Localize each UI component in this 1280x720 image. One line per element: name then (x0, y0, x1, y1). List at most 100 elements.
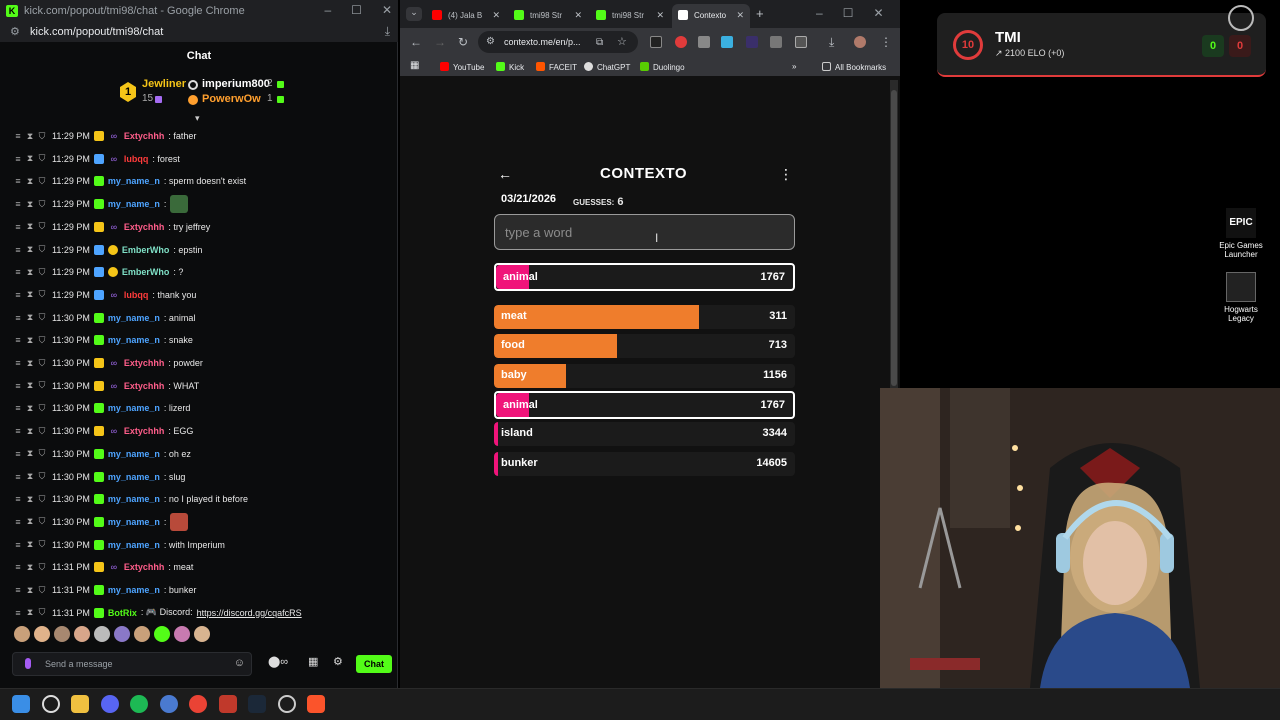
emote-icon[interactable] (174, 626, 190, 642)
timeout-icon[interactable]: ⧗ (26, 244, 34, 255)
emote-icon[interactable] (54, 626, 70, 642)
message-username[interactable]: my_name_n (108, 472, 160, 482)
tab-contexto[interactable]: Contexto ✕ (672, 4, 750, 28)
spotify-icon[interactable] (130, 695, 148, 713)
tab-close-icon[interactable]: ✕ (574, 10, 582, 21)
bookmark-faceit[interactable]: FACEIT (536, 62, 577, 72)
browser-menu-icon[interactable]: ⋮ (880, 35, 892, 49)
download-icon[interactable]: ⤓ (385, 24, 390, 39)
emote-icon[interactable] (134, 626, 150, 642)
pin-icon[interactable]: ≡ (14, 608, 22, 618)
site-info-icon[interactable]: ⚙ (486, 36, 495, 47)
shield-icon[interactable]: ⛉ (38, 585, 46, 596)
pin-icon[interactable]: ≡ (14, 154, 22, 164)
maximize-icon[interactable]: ☐ (351, 3, 362, 17)
gifter-name[interactable]: imperium800 (202, 78, 270, 90)
timeout-icon[interactable]: ⧗ (26, 585, 34, 596)
shield-icon[interactable]: ⛉ (38, 358, 46, 369)
minimize-icon[interactable]: – (816, 6, 823, 20)
message-username[interactable]: BotRix (108, 608, 137, 618)
scrollbar-thumb[interactable] (891, 90, 897, 386)
more-menu-icon[interactable]: ⋮ (779, 166, 793, 183)
extensions-puzzle-icon[interactable] (795, 36, 807, 48)
chrome-icon[interactable] (189, 695, 207, 713)
steam-icon[interactable] (248, 695, 266, 713)
chat-input[interactable]: Send a message ☺ (12, 652, 252, 676)
shield-icon[interactable]: ⛉ (38, 221, 46, 232)
tab-close-icon[interactable]: ✕ (736, 10, 744, 21)
pin-icon[interactable]: ≡ (14, 540, 22, 550)
timeout-icon[interactable]: ⧗ (26, 516, 34, 527)
timeout-icon[interactable]: ⧗ (26, 448, 34, 459)
shield-icon[interactable]: ⛉ (38, 607, 46, 618)
tab-kick[interactable]: tmi98 Str ✕ (590, 4, 670, 28)
extension-icon[interactable] (770, 36, 782, 48)
emoji-icon[interactable]: ☺ (234, 657, 245, 669)
pin-icon[interactable]: ≡ (14, 176, 22, 186)
tab-close-icon[interactable]: ✕ (656, 10, 664, 21)
shield-icon[interactable]: ⛉ (38, 448, 46, 459)
app-icon[interactable] (160, 695, 178, 713)
timeout-icon[interactable]: ⧗ (26, 426, 34, 437)
shield-icon[interactable]: ⛉ (38, 426, 46, 437)
gifter-name[interactable]: Jewliner (142, 78, 186, 90)
shield-icon[interactable]: ⛉ (38, 403, 46, 414)
message-username[interactable]: my_name_n (108, 176, 160, 186)
message-username[interactable]: my_name_n (108, 403, 160, 413)
tab-search-icon[interactable]: ⌄ (406, 7, 422, 21)
message-username[interactable]: my_name_n (108, 540, 160, 550)
pin-icon[interactable]: ≡ (14, 494, 22, 504)
pin-icon[interactable]: ≡ (14, 358, 22, 368)
emote-icon[interactable] (34, 626, 50, 642)
desktop-app-icon[interactable] (1228, 5, 1254, 31)
extension-icon[interactable] (721, 36, 733, 48)
pin-icon[interactable]: ≡ (14, 562, 22, 572)
message-username[interactable]: EmberWho (122, 245, 170, 255)
install-icon[interactable]: ⧉ (596, 37, 603, 48)
pin-icon[interactable]: ≡ (14, 199, 22, 209)
extension-icon[interactable] (698, 36, 710, 48)
emote-icon[interactable] (154, 626, 170, 642)
pin-icon[interactable]: ≡ (14, 222, 22, 232)
message-username[interactable]: lubqq (124, 290, 149, 300)
bookmark-youtube[interactable]: YouTube (440, 62, 484, 72)
minimize-icon[interactable]: – (324, 3, 331, 17)
extension-icon[interactable] (746, 36, 758, 48)
search-icon[interactable] (42, 695, 60, 713)
file-explorer-icon[interactable] (71, 695, 89, 713)
timeout-icon[interactable]: ⧗ (26, 403, 34, 414)
message-username[interactable]: my_name_n (108, 585, 160, 595)
timeout-icon[interactable]: ⧗ (26, 176, 34, 187)
desktop-icon-hogwarts[interactable]: Hogwarts Legacy (1211, 272, 1271, 323)
bookmark-duolingo[interactable]: Duolingo (640, 62, 685, 72)
reload-icon[interactable]: ↻ (458, 35, 468, 49)
bookmark-chatgpt[interactable]: ChatGPT (584, 62, 630, 72)
pin-icon[interactable]: ≡ (14, 131, 22, 141)
message-username[interactable]: my_name_n (108, 335, 160, 345)
emote-icon[interactable] (74, 626, 90, 642)
timeout-icon[interactable]: ⧗ (26, 153, 34, 164)
timeout-icon[interactable]: ⧗ (26, 267, 34, 278)
tab-kick[interactable]: tmi98 Str ✕ (508, 4, 588, 28)
pin-icon[interactable]: ≡ (14, 381, 22, 391)
download-icon[interactable]: ⤓ (829, 35, 834, 50)
message-link[interactable]: https://discord.gg/cqafcRS (197, 608, 302, 618)
close-icon[interactable]: ✕ (382, 3, 392, 17)
brave-icon[interactable] (307, 695, 325, 713)
timeout-icon[interactable]: ⧗ (26, 471, 34, 482)
timeout-icon[interactable]: ⧗ (26, 335, 34, 346)
timeout-icon[interactable]: ⧗ (26, 607, 34, 618)
pin-icon[interactable]: ≡ (14, 290, 22, 300)
shield-icon[interactable]: ⛉ (38, 494, 46, 505)
profile-avatar[interactable] (854, 36, 866, 48)
points-icon[interactable]: ⬤∞ (268, 655, 288, 668)
message-username[interactable]: Extychhh (124, 358, 165, 368)
app-icon[interactable] (278, 695, 296, 713)
emote-icon[interactable] (194, 626, 210, 642)
message-username[interactable]: Extychhh (124, 381, 165, 391)
gifter-name[interactable]: PowerwOw (202, 93, 261, 105)
new-tab-icon[interactable]: + (756, 6, 764, 21)
pin-icon[interactable]: ≡ (14, 449, 22, 459)
shield-icon[interactable]: ⛉ (38, 289, 46, 300)
tab-close-icon[interactable]: ✕ (492, 10, 500, 21)
